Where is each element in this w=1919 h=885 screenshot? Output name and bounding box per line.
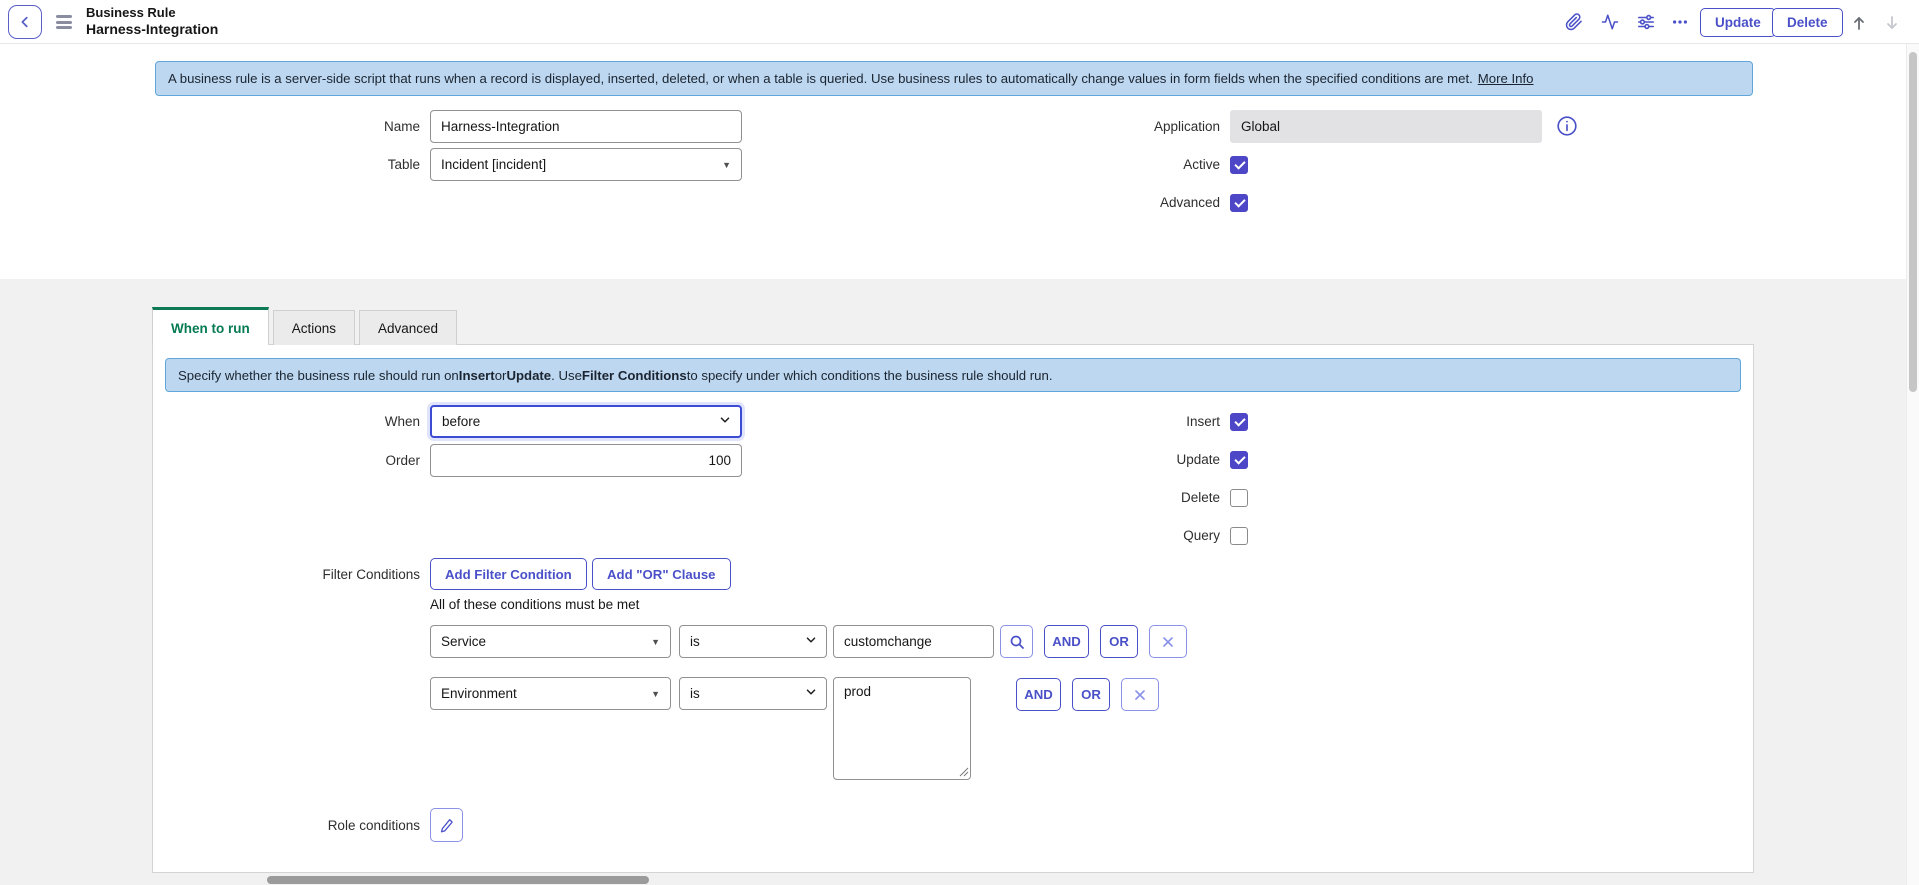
close-icon xyxy=(1133,688,1147,702)
ellipsis-icon xyxy=(1671,13,1689,31)
condition-1-delete-button[interactable] xyxy=(1149,625,1187,658)
banner-text: to specify under which conditions the bu… xyxy=(687,368,1053,383)
add-filter-condition-button[interactable]: Add Filter Condition xyxy=(430,558,587,590)
delete-button[interactable]: Delete xyxy=(1772,8,1843,37)
update-label: Update xyxy=(980,452,1220,467)
header-bar: Business Rule Harness-Integration Update… xyxy=(0,0,1919,44)
condition-2-field-value: Environment xyxy=(441,686,517,701)
activity-pulse-icon xyxy=(1601,13,1619,31)
vertical-scrollbar[interactable] xyxy=(1906,44,1919,885)
arrow-down-icon xyxy=(1884,15,1900,31)
delete-checkbox[interactable] xyxy=(1230,489,1248,507)
dropdown-triangle-icon: ▼ xyxy=(722,160,731,170)
update-checkbox[interactable] xyxy=(1230,451,1248,469)
active-label: Active xyxy=(980,157,1220,172)
paperclip-icon xyxy=(1565,13,1583,31)
conditions-intro-text: All of these conditions must be met xyxy=(430,597,639,612)
when-select-value: before xyxy=(442,414,480,429)
when-to-run-info-banner: Specify whether the business rule should… xyxy=(165,358,1741,392)
table-select-value: Incident [incident] xyxy=(441,157,546,172)
banner-text: or xyxy=(495,368,507,383)
condition-2-operator-select[interactable]: is xyxy=(679,677,827,710)
horizontal-scrollbar-thumb[interactable] xyxy=(267,876,649,884)
condition-1-operator-value: is xyxy=(690,634,700,649)
table-select[interactable]: Incident [incident] ▼ xyxy=(430,148,742,181)
condition-1-lookup-button[interactable] xyxy=(1000,625,1033,658)
record-type-title: Business Rule xyxy=(86,4,218,21)
tab-when-to-run[interactable]: When to run xyxy=(152,307,269,345)
banner-bold-insert: Insert xyxy=(459,368,495,383)
application-info-button[interactable] xyxy=(1553,112,1581,140)
condition-1-operator-select[interactable]: is xyxy=(679,625,827,658)
chevron-down-icon xyxy=(718,413,732,430)
info-circle-icon xyxy=(1556,115,1578,137)
add-or-clause-button[interactable]: Add "OR" Clause xyxy=(592,558,731,590)
vertical-scrollbar-thumb[interactable] xyxy=(1909,52,1917,392)
business-rule-form-page: Business Rule Harness-Integration Update… xyxy=(0,0,1919,885)
edit-role-conditions-button[interactable] xyxy=(430,808,463,842)
active-checkbox[interactable] xyxy=(1230,156,1248,174)
query-label: Query xyxy=(980,528,1220,543)
table-label: Table xyxy=(180,157,420,172)
chevron-down-icon xyxy=(804,633,818,650)
order-input[interactable] xyxy=(430,444,742,477)
more-options-button[interactable] xyxy=(1666,9,1694,35)
condition-1-and-button[interactable]: AND xyxy=(1044,625,1089,658)
condition-1-or-button[interactable]: OR xyxy=(1100,625,1138,658)
filter-conditions-label: Filter Conditions xyxy=(180,567,420,582)
condition-1-field-value: Service xyxy=(441,634,486,649)
advanced-checkbox[interactable] xyxy=(1230,194,1248,212)
application-field: Global xyxy=(1230,110,1542,143)
condition-2-field-select[interactable]: Environment ▼ xyxy=(430,677,671,710)
advanced-label: Advanced xyxy=(980,195,1220,210)
form-tabs: When to run Actions Advanced xyxy=(152,307,457,345)
application-label: Application xyxy=(980,119,1220,134)
condition-2-or-button[interactable]: OR xyxy=(1072,678,1110,711)
delete-label: Delete xyxy=(980,490,1220,505)
banner-bold-filter-conditions: Filter Conditions xyxy=(582,368,687,383)
info-message-text: A business rule is a server-side script … xyxy=(168,71,1473,86)
dropdown-triangle-icon: ▼ xyxy=(651,637,660,647)
previous-record-button[interactable] xyxy=(1845,10,1873,36)
query-checkbox[interactable] xyxy=(1230,527,1248,545)
banner-text: . Use xyxy=(551,368,582,383)
banner-bold-update: Update xyxy=(506,368,551,383)
role-conditions-label: Role conditions xyxy=(180,818,420,833)
pencil-icon xyxy=(439,818,454,833)
arrow-up-icon xyxy=(1851,15,1867,31)
dropdown-triangle-icon: ▼ xyxy=(651,689,660,699)
insert-label: Insert xyxy=(980,414,1220,429)
condition-2-operator-value: is xyxy=(690,686,700,701)
when-select[interactable]: before xyxy=(430,405,742,438)
insert-checkbox[interactable] xyxy=(1230,413,1248,431)
name-label: Name xyxy=(180,119,420,134)
search-icon xyxy=(1009,634,1025,650)
chevron-left-icon xyxy=(18,15,32,29)
condition-2-value-textarea[interactable]: prod xyxy=(833,677,971,780)
banner-text: Specify whether the business rule should… xyxy=(178,368,459,383)
attachment-button[interactable] xyxy=(1560,9,1588,35)
info-message-banner: A business rule is a server-side script … xyxy=(155,61,1753,96)
update-button[interactable]: Update xyxy=(1700,8,1776,37)
back-button[interactable] xyxy=(8,5,42,39)
context-menu-icon[interactable] xyxy=(54,13,74,31)
tab-actions[interactable]: Actions xyxy=(273,310,355,345)
tab-advanced[interactable]: Advanced xyxy=(359,310,457,345)
record-name-title: Harness-Integration xyxy=(86,21,218,38)
chevron-down-icon xyxy=(804,685,818,702)
sliders-icon xyxy=(1637,13,1655,31)
condition-2-delete-button[interactable] xyxy=(1121,678,1159,711)
name-input[interactable] xyxy=(430,110,742,143)
order-label: Order xyxy=(180,453,420,468)
activity-stream-button[interactable] xyxy=(1596,9,1624,35)
condition-2-and-button[interactable]: AND xyxy=(1016,678,1061,711)
page-title: Business Rule Harness-Integration xyxy=(86,4,218,38)
condition-1-value-input[interactable] xyxy=(833,625,994,658)
when-label: When xyxy=(180,414,420,429)
next-record-button[interactable] xyxy=(1878,10,1906,36)
condition-1-field-select[interactable]: Service ▼ xyxy=(430,625,671,658)
more-info-link[interactable]: More Info xyxy=(1478,71,1534,86)
close-icon xyxy=(1161,635,1175,649)
personalize-form-button[interactable] xyxy=(1632,9,1660,35)
